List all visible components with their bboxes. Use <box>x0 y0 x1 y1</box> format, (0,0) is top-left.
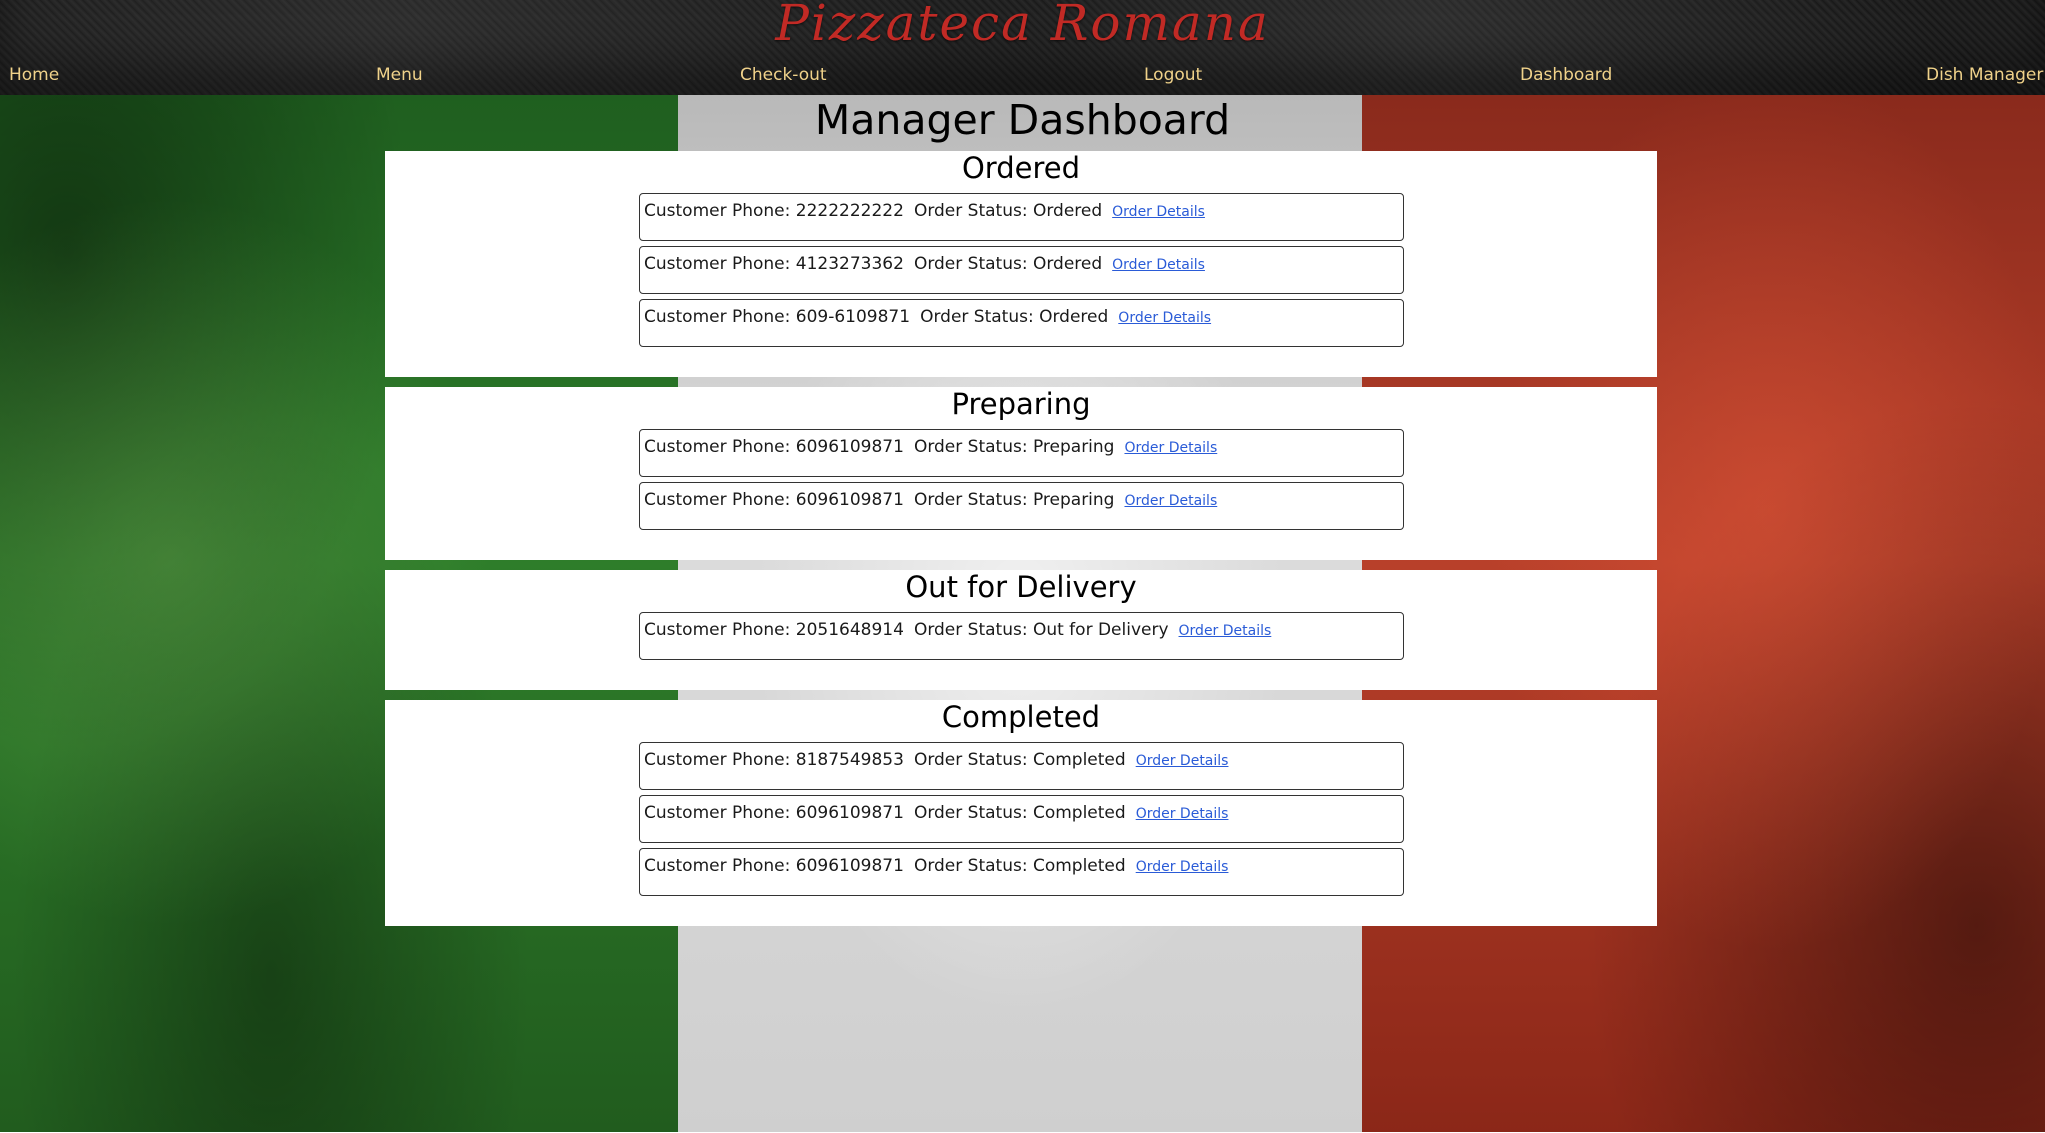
order-status: Order Status: Ordered <box>913 201 1103 221</box>
order-card: Customer Phone: 6096109871 Order Status: … <box>639 429 1404 477</box>
order-details-link[interactable]: Order Details <box>1136 859 1229 875</box>
section-preparing: Preparing Customer Phone: 6096109871 Orde… <box>385 387 1657 560</box>
customer-phone: Customer Phone: 6096109871 <box>644 856 904 876</box>
order-details-link[interactable]: Order Details <box>1124 493 1217 509</box>
section-title: Completed <box>941 700 1101 734</box>
order-card: Customer Phone: 6096109871 Order Status: … <box>639 482 1404 530</box>
order-details-link[interactable]: Order Details <box>1136 806 1229 822</box>
order-status: Order Status: Completed <box>913 803 1126 823</box>
order-card: Customer Phone: 4123273362 Order Status: … <box>639 246 1404 294</box>
customer-phone: Customer Phone: 6096109871 <box>644 490 904 510</box>
order-card: Customer Phone: 609-6109871 Order Status:… <box>639 299 1404 347</box>
nav-link-dish-manager[interactable]: Dish Manager <box>1926 62 2043 88</box>
customer-phone: Customer Phone: 2051648914 <box>644 620 904 640</box>
customer-phone: Customer Phone: 609-6109871 <box>644 307 911 327</box>
order-details-link[interactable]: Order Details <box>1112 204 1205 220</box>
order-status: Order Status: Preparing <box>913 437 1115 457</box>
order-details-link[interactable]: Order Details <box>1118 310 1211 326</box>
order-status: Order Status: Out for Delivery <box>913 620 1169 640</box>
order-status: Order Status: Preparing <box>913 490 1115 510</box>
order-details-link[interactable]: Order Details <box>1112 257 1205 273</box>
section-title: Preparing <box>951 387 1091 421</box>
nav-link-menu[interactable]: Menu <box>376 62 423 88</box>
nav-link-checkout[interactable]: Check-out <box>740 62 827 88</box>
customer-phone: Customer Phone: 4123273362 <box>644 254 904 274</box>
nav-link-home[interactable]: Home <box>9 62 59 88</box>
nav-link-dashboard[interactable]: Dashboard <box>1520 62 1612 88</box>
customer-phone: Customer Phone: 2222222222 <box>644 201 904 221</box>
customer-phone: Customer Phone: 8187549853 <box>644 750 904 770</box>
section-title: Out for Delivery <box>905 570 1137 604</box>
brand-logo-text: Pizzateca Romana <box>775 0 1270 52</box>
order-status: Order Status: Ordered <box>913 254 1103 274</box>
order-card: Customer Phone: 2222222222 Order Status: … <box>639 193 1404 241</box>
section-completed: Completed Customer Phone: 8187549853 Orde… <box>385 700 1657 926</box>
order-status: Order Status: Completed <box>913 750 1126 770</box>
customer-phone: Customer Phone: 6096109871 <box>644 803 904 823</box>
section-ordered: Ordered Customer Phone: 2222222222 Order … <box>385 151 1657 377</box>
nav-link-logout[interactable]: Logout <box>1144 62 1202 88</box>
section-out-for-delivery: Out for Delivery Customer Phone: 2051648… <box>385 570 1657 690</box>
section-title: Ordered <box>961 151 1081 185</box>
customer-phone: Customer Phone: 6096109871 <box>644 437 904 457</box>
order-card: Customer Phone: 2051648914 Order Status: … <box>639 612 1404 660</box>
site-header: Pizzateca Romana Home Menu Check-out Log… <box>0 0 2045 95</box>
order-details-link[interactable]: Order Details <box>1124 440 1217 456</box>
order-card: Customer Phone: 6096109871 Order Status: … <box>639 848 1404 896</box>
order-status: Order Status: Ordered <box>920 307 1109 327</box>
order-details-link[interactable]: Order Details <box>1179 623 1272 639</box>
order-card: Customer Phone: 6096109871 Order Status: … <box>639 795 1404 843</box>
order-status: Order Status: Completed <box>913 856 1126 876</box>
page-title: Manager Dashboard <box>814 96 1231 144</box>
order-details-link[interactable]: Order Details <box>1136 753 1229 769</box>
order-card: Customer Phone: 8187549853 Order Status: … <box>639 742 1404 790</box>
